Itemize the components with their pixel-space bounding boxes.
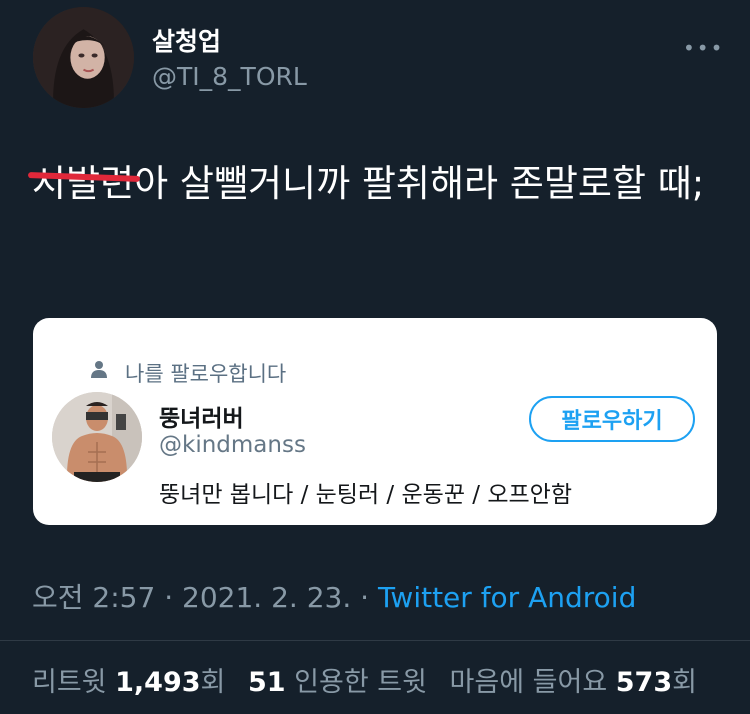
- tweet-text: 시발련 아 살뺄거니까 팔취해라 존말로할 때;: [27, 155, 722, 213]
- card-avatar[interactable]: [52, 392, 142, 482]
- follows-you-label: 나를 팔로우합니다: [91, 358, 287, 388]
- author-handle[interactable]: @TI_8_TORL: [152, 62, 307, 91]
- retweet-suffix: 회: [200, 667, 226, 698]
- author-avatar[interactable]: [33, 7, 134, 108]
- quoted-profile-card[interactable]: 나를 팔로우합니다 뚱녀러버 @kindmanss 뚱녀만 봅니다 / 눈팅러 …: [33, 318, 717, 525]
- like-suffix: 회: [672, 667, 697, 698]
- tweet-source-link[interactable]: Twitter for Android: [378, 581, 636, 614]
- tweet-header: 살청업 @TI_8_TORL •••: [0, 0, 750, 120]
- card-handle[interactable]: @kindmanss: [159, 432, 306, 458]
- follow-button[interactable]: 팔로우하기: [529, 396, 695, 442]
- likes-stat[interactable]: 마음에 들어요 573회: [450, 667, 697, 698]
- like-label: 마음에 들어요: [449, 667, 608, 698]
- more-horizontal-icon[interactable]: •••: [683, 36, 724, 60]
- card-display-name[interactable]: 뚱녀러버: [159, 399, 244, 433]
- divider: [0, 640, 750, 641]
- tweet-meta: 오전 2:57 · 2021. 2. 23. · Twitter for And…: [32, 576, 636, 616]
- person-icon: [91, 361, 107, 378]
- struck-text: 시발련: [27, 155, 141, 213]
- quote-count: 51: [247, 667, 286, 698]
- quotes-stat[interactable]: 51 인용한 트윗: [248, 667, 427, 698]
- like-count: 573: [615, 667, 673, 698]
- retweets-stat[interactable]: 리트윗 1,493회: [32, 667, 225, 698]
- author-avatar-image: [33, 7, 134, 108]
- tweet-stats: 리트윗 1,493회 51 인용한 트윗 마음에 들어요 573회: [32, 660, 697, 699]
- card-bio: 뚱녀만 봅니다 / 눈팅러 / 운동꾼 / 오프안함: [159, 482, 572, 508]
- tweet-text-body: 아 살뺄거니까 팔취해라 존말로할 때;: [134, 162, 705, 205]
- card-avatar-image: [52, 392, 142, 482]
- tweet-time: 오전 2:57: [32, 581, 156, 614]
- meta-separator: ·: [360, 581, 370, 614]
- follows-you-text: 나를 팔로우합니다: [125, 362, 287, 386]
- meta-separator: ·: [164, 581, 174, 614]
- quote-label: 인용한 트윗: [294, 667, 427, 698]
- tweet-date: 2021. 2. 23.: [182, 581, 352, 614]
- retweet-count: 1,493: [115, 667, 201, 698]
- struck-word: 시발련: [32, 162, 135, 205]
- author-display-name[interactable]: 살청업: [152, 22, 221, 58]
- retweet-label: 리트윗: [32, 667, 107, 698]
